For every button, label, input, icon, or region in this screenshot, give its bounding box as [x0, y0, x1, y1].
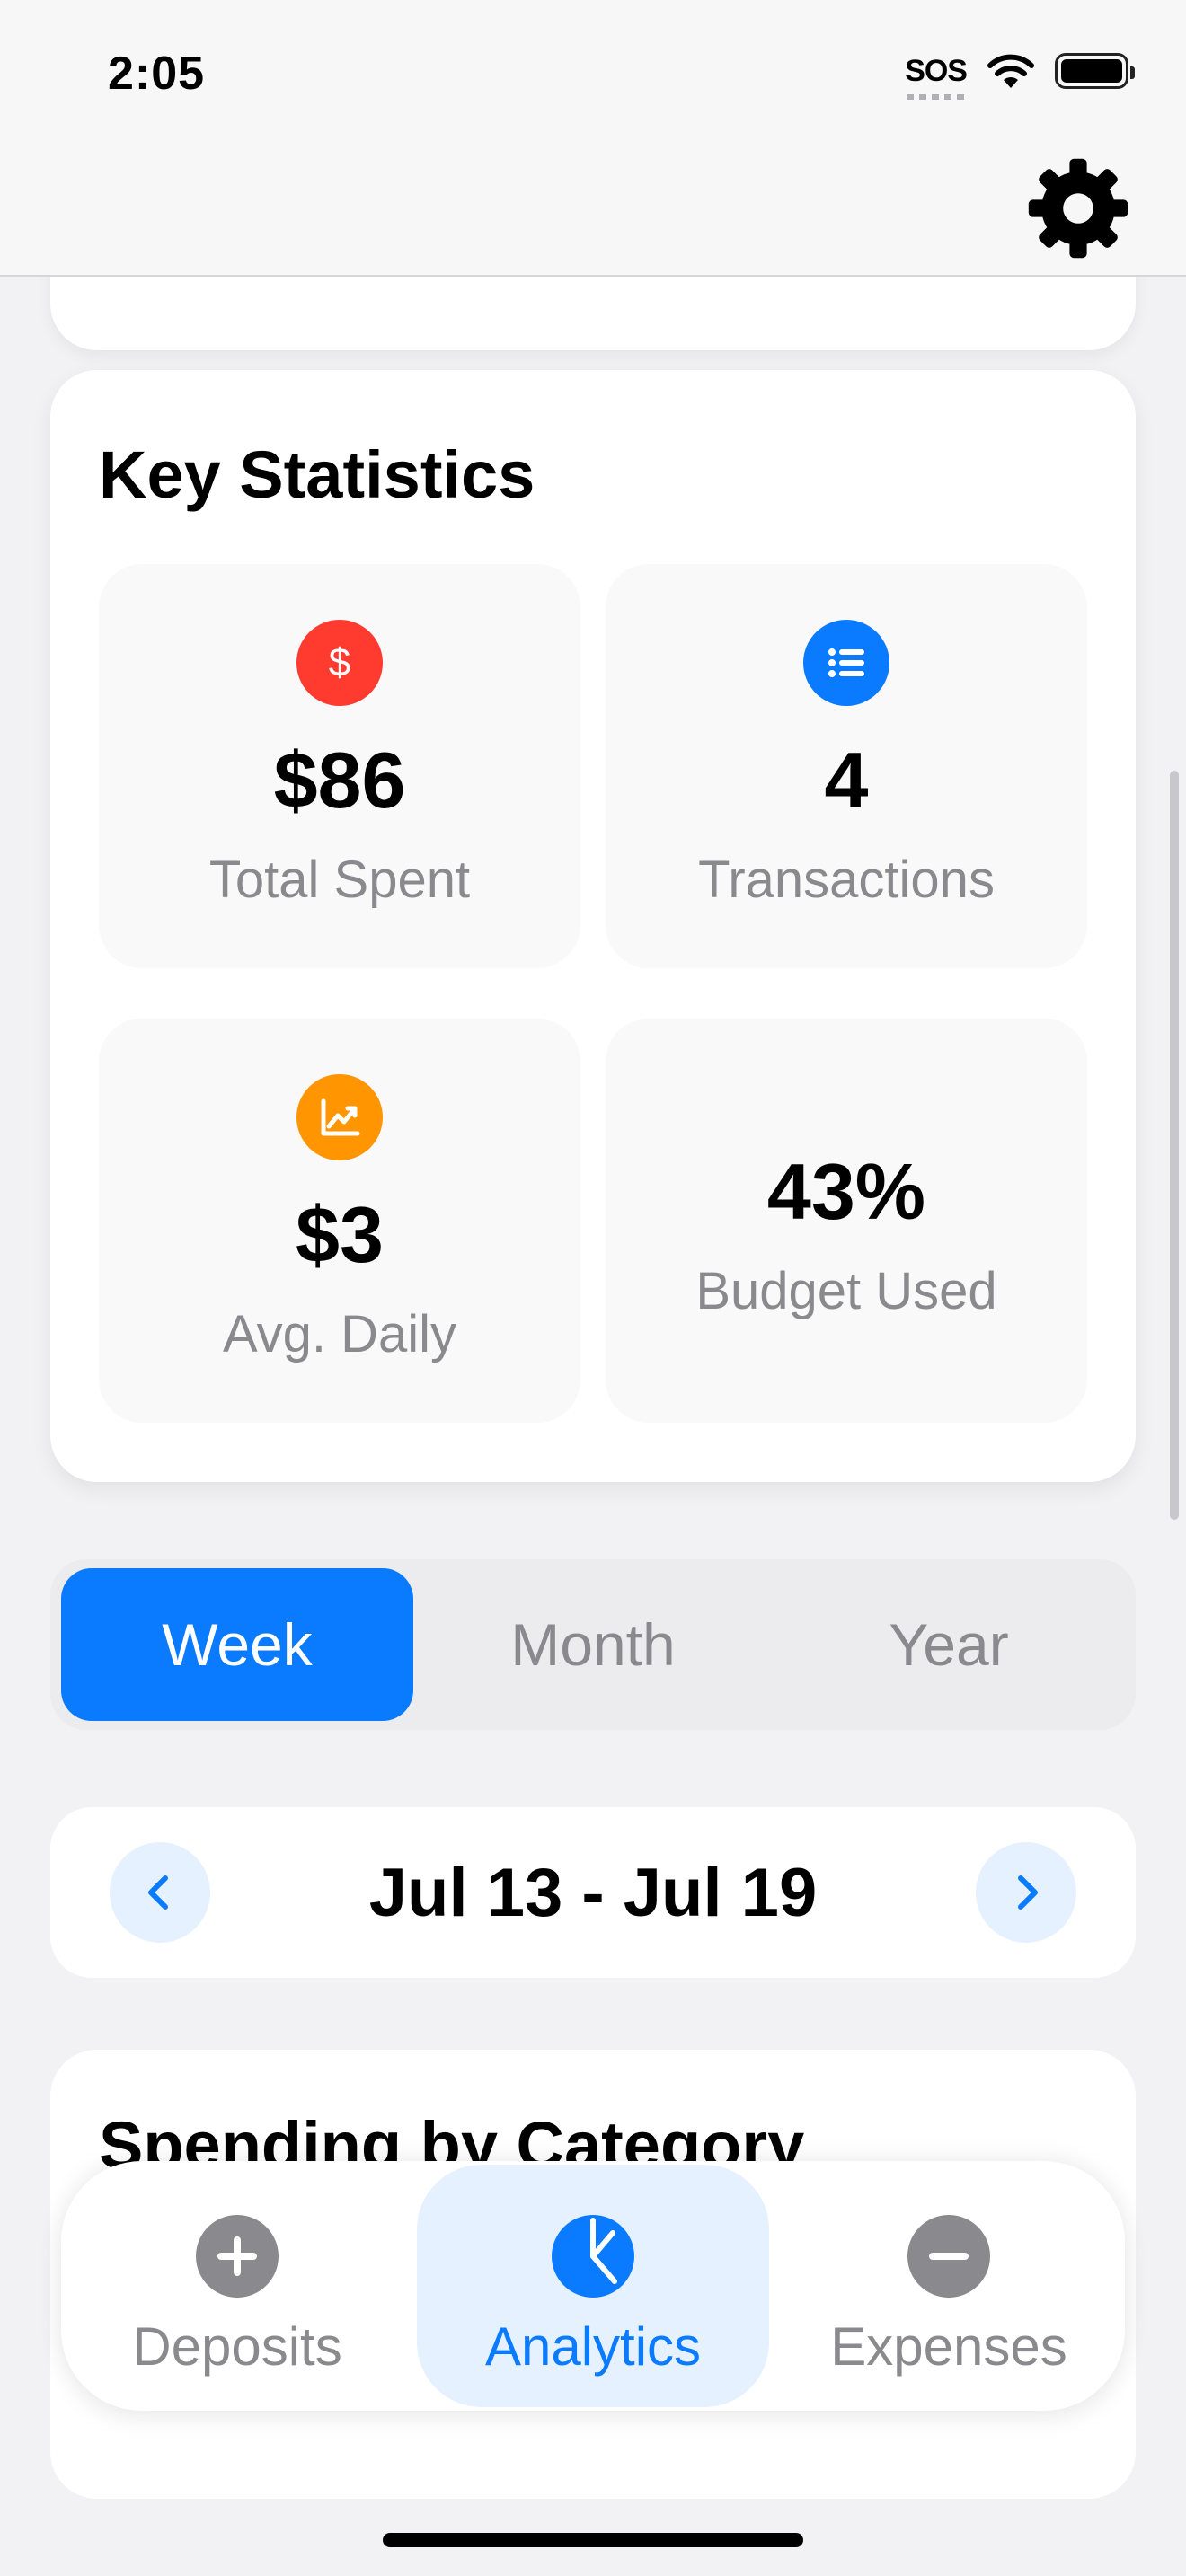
gear-icon[interactable]: [1024, 154, 1132, 262]
pie-chart-icon: [552, 2215, 634, 2298]
tab-expenses[interactable]: Expenses: [773, 2165, 1125, 2407]
tab-label: Deposits: [132, 2316, 342, 2377]
key-statistics-card: Key Statistics $ $86 Total Spent 4 Trans…: [50, 370, 1136, 1482]
stat-label: Total Spent: [208, 851, 471, 909]
stat-budget-used: 43% Budget Used: [606, 1019, 1087, 1423]
next-period-button[interactable]: [976, 1842, 1076, 1943]
stat-value: $3: [296, 1190, 384, 1279]
stat-avg-daily: $3 Avg. Daily: [99, 1019, 580, 1423]
stat-value: 43%: [766, 1147, 926, 1236]
date-range-navigator: Jul 13 - Jul 19: [50, 1807, 1136, 1978]
stat-label: Budget Used: [695, 1262, 997, 1320]
minus-circle-icon: [907, 2215, 990, 2298]
segment-year[interactable]: Year: [773, 1568, 1125, 1721]
stat-label: Transactions: [698, 851, 995, 909]
stat-label: Avg. Daily: [222, 1305, 457, 1363]
wifi-icon: [987, 54, 1034, 88]
plus-circle-icon: [196, 2215, 279, 2298]
navigation-bar: 2:05 SOS: [0, 0, 1186, 277]
tab-label: Expenses: [830, 2316, 1067, 2377]
stat-value: $86: [273, 736, 406, 825]
scroll-indicator[interactable]: [1170, 771, 1179, 1520]
period-segmented-control: Week Month Year: [50, 1559, 1136, 1730]
dollar-icon: $: [296, 620, 383, 706]
segment-month[interactable]: Month: [417, 1568, 769, 1721]
battery-icon: [1055, 53, 1135, 89]
tab-analytics[interactable]: Analytics: [417, 2165, 769, 2407]
status-time: 2:05: [108, 48, 206, 100]
home-indicator[interactable]: [383, 2533, 803, 2547]
stat-value: 4: [824, 736, 869, 825]
chevron-right-icon: [1018, 1875, 1038, 1910]
tab-deposits[interactable]: Deposits: [61, 2165, 413, 2407]
chart-line-icon: [296, 1074, 383, 1160]
sos-indicator: SOS: [905, 53, 968, 100]
tab-bar: Deposits Analytics Expenses: [61, 2161, 1125, 2411]
stat-transactions: 4 Transactions: [606, 564, 1087, 968]
stat-total-spent: $ $86 Total Spent: [99, 564, 580, 968]
segment-week[interactable]: Week: [61, 1568, 413, 1721]
svg-text:$: $: [329, 640, 350, 684]
status-icons: SOS: [905, 52, 1135, 100]
analytics-screen: 2:05 SOS Key Statistics $ $86 Total Spen…: [0, 0, 1186, 2576]
tab-label: Analytics: [484, 2316, 702, 2377]
date-range-label: Jul 13 - Jul 19: [368, 1855, 818, 1931]
key-statistics-title: Key Statistics: [99, 437, 535, 512]
list-icon: [803, 620, 890, 706]
